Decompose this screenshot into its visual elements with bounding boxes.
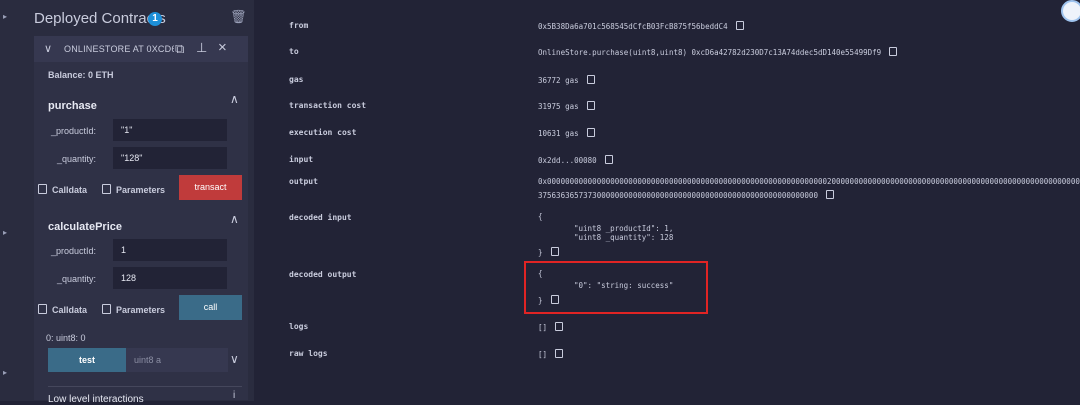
output-text: 3756363657373000000000000000000000000000… bbox=[538, 191, 818, 200]
quantity-input[interactable]: 128 bbox=[113, 267, 227, 289]
function-name-purchase: purchase bbox=[48, 100, 97, 112]
calldata-label: Calldata bbox=[52, 305, 88, 315]
decoded-input-label: decoded input bbox=[289, 213, 352, 222]
copy-icon bbox=[38, 304, 47, 314]
copy-icon[interactable] bbox=[889, 47, 898, 56]
copy-icon[interactable] bbox=[550, 247, 559, 256]
contract-name: ONLINESTORE AT 0XCD6...99D bbox=[64, 44, 174, 54]
copy-icon[interactable] bbox=[825, 190, 834, 199]
transaction-cost-value: 31975 gas bbox=[538, 101, 595, 111]
input-label: input bbox=[289, 155, 314, 164]
copy-icon[interactable] bbox=[735, 21, 744, 30]
output-line: 3756363657373000000000000000000000000000… bbox=[538, 189, 1080, 203]
contract-instance: ∨ ONLINESTORE AT 0XCD6...99D ⧉ ⊥ × Balan… bbox=[34, 36, 248, 405]
to-label: to bbox=[289, 47, 299, 56]
rail-dot-icon[interactable]: ▸ bbox=[3, 13, 9, 21]
contract-balance: Balance: 0 ETH bbox=[48, 70, 114, 80]
raw-logs-value: [] bbox=[538, 349, 564, 359]
chevron-up-icon[interactable]: ∧ bbox=[230, 92, 239, 106]
copy-icon[interactable] bbox=[586, 75, 595, 84]
raw-logs-text: [] bbox=[538, 350, 548, 359]
param-label: _productId: bbox=[50, 126, 96, 136]
copy-icon bbox=[38, 184, 47, 194]
deployed-contracts-panel: Deployed Contracts 1 🗑 ∨ ONLINESTORE AT … bbox=[14, 0, 266, 405]
calldata-button[interactable]: Calldata bbox=[38, 184, 87, 195]
decoded-input-close: } bbox=[538, 247, 559, 257]
gas-value: 36772 gas bbox=[538, 75, 595, 85]
copy-icon[interactable] bbox=[604, 155, 613, 164]
raw-logs-label: raw logs bbox=[289, 349, 328, 358]
logs-label: logs bbox=[289, 322, 309, 331]
transaction-cost-text: 31975 gas bbox=[538, 102, 579, 111]
contract-count-badge: 1 bbox=[148, 12, 162, 26]
icon-rail: ▸ ▸ ▸ bbox=[0, 0, 15, 401]
parameters-button[interactable]: Parameters bbox=[102, 184, 165, 195]
chevron-down-icon[interactable]: ∨ bbox=[230, 352, 239, 366]
productid-input[interactable]: 1 bbox=[113, 239, 227, 261]
from-text: 0x5B38Da6a701c568545dCfcB03FcB875f56bedd… bbox=[538, 22, 728, 31]
gas-text: 36772 gas bbox=[538, 76, 579, 85]
decoded-input-line: "uint8 _productId": 1, bbox=[574, 224, 674, 233]
highlight-box bbox=[524, 261, 708, 314]
gas-label: gas bbox=[289, 75, 304, 84]
param-label: _quantity: bbox=[56, 154, 96, 164]
low-level-title: Low level interactions bbox=[48, 394, 144, 405]
avatar-icon[interactable] bbox=[1061, 0, 1080, 22]
panel-title: Deployed Contracts bbox=[34, 10, 166, 27]
output-label: output bbox=[289, 177, 318, 186]
decoded-output-label: decoded output bbox=[289, 270, 357, 279]
input-text: 0x2dd...00080 bbox=[538, 156, 597, 165]
brace-text: } bbox=[538, 248, 543, 257]
from-label: from bbox=[289, 21, 309, 30]
decoded-input-open: { bbox=[538, 212, 543, 221]
to-value: OnlineStore.purchase(uint8,uint8) 0xcD6a… bbox=[538, 47, 898, 57]
param-label: _quantity: bbox=[56, 274, 96, 284]
execution-cost-text: 10631 gas bbox=[538, 129, 579, 138]
rail-dot-icon[interactable]: ▸ bbox=[3, 229, 9, 237]
param-label: _productId: bbox=[50, 246, 96, 256]
parameters-label: Parameters bbox=[116, 185, 166, 195]
to-text: OnlineStore.purchase(uint8,uint8) 0xcD6a… bbox=[538, 48, 882, 57]
from-value: 0x5B38Da6a701c568545dCfcB03FcB875f56bedd… bbox=[538, 21, 744, 31]
decoded-input-line: "uint8 _quantity": 128 bbox=[574, 233, 674, 242]
input-value: 0x2dd...00080 bbox=[538, 155, 613, 165]
copy-icon bbox=[102, 184, 111, 194]
output-line: 0x00000000000000000000000000000000000000… bbox=[538, 177, 1080, 186]
transaction-cost-label: transaction cost bbox=[289, 101, 367, 110]
copy-icon[interactable] bbox=[555, 349, 564, 358]
call-button[interactable]: call bbox=[179, 295, 242, 320]
chevron-down-icon[interactable]: ∨ bbox=[44, 42, 52, 55]
logs-text: [] bbox=[538, 323, 548, 332]
transact-button[interactable]: transact bbox=[179, 175, 242, 200]
divider bbox=[48, 386, 242, 387]
copy-icon bbox=[102, 304, 111, 314]
pin-icon[interactable]: ⊥ bbox=[196, 40, 207, 56]
parameters-label: Parameters bbox=[116, 305, 166, 315]
contract-header[interactable]: ∨ ONLINESTORE AT 0XCD6...99D ⧉ ⊥ × bbox=[34, 36, 248, 62]
rail-dot-icon[interactable]: ▸ bbox=[3, 369, 9, 377]
output-value: 0x00000000000000000000000000000000000000… bbox=[538, 175, 1080, 203]
close-icon[interactable]: × bbox=[218, 39, 227, 56]
quantity-input[interactable]: "128" bbox=[113, 147, 227, 169]
test-button[interactable]: test bbox=[48, 348, 126, 372]
chevron-up-icon[interactable]: ∧ bbox=[230, 212, 239, 226]
calldata-label: Calldata bbox=[52, 185, 88, 195]
transaction-details: from 0x5B38Da6a701c568545dCfcB03FcB875f5… bbox=[256, 0, 1080, 401]
execution-cost-value: 10631 gas bbox=[538, 128, 595, 138]
copy-icon[interactable]: ⧉ bbox=[175, 41, 184, 57]
test-input[interactable]: uint8 a bbox=[126, 348, 228, 372]
copy-icon[interactable] bbox=[586, 101, 595, 110]
function-name-calculateprice: calculatePrice bbox=[48, 221, 122, 233]
call-result: 0: uint8: 0 bbox=[46, 333, 86, 343]
productid-input[interactable]: "1" bbox=[113, 119, 227, 141]
info-icon[interactable]: i bbox=[233, 390, 235, 401]
copy-icon[interactable] bbox=[586, 128, 595, 137]
parameters-button[interactable]: Parameters bbox=[102, 304, 165, 315]
logs-value: [] bbox=[538, 322, 564, 332]
trash-icon[interactable]: 🗑 bbox=[230, 9, 247, 25]
copy-icon[interactable] bbox=[555, 322, 564, 331]
calldata-button[interactable]: Calldata bbox=[38, 304, 87, 315]
execution-cost-label: execution cost bbox=[289, 128, 357, 137]
